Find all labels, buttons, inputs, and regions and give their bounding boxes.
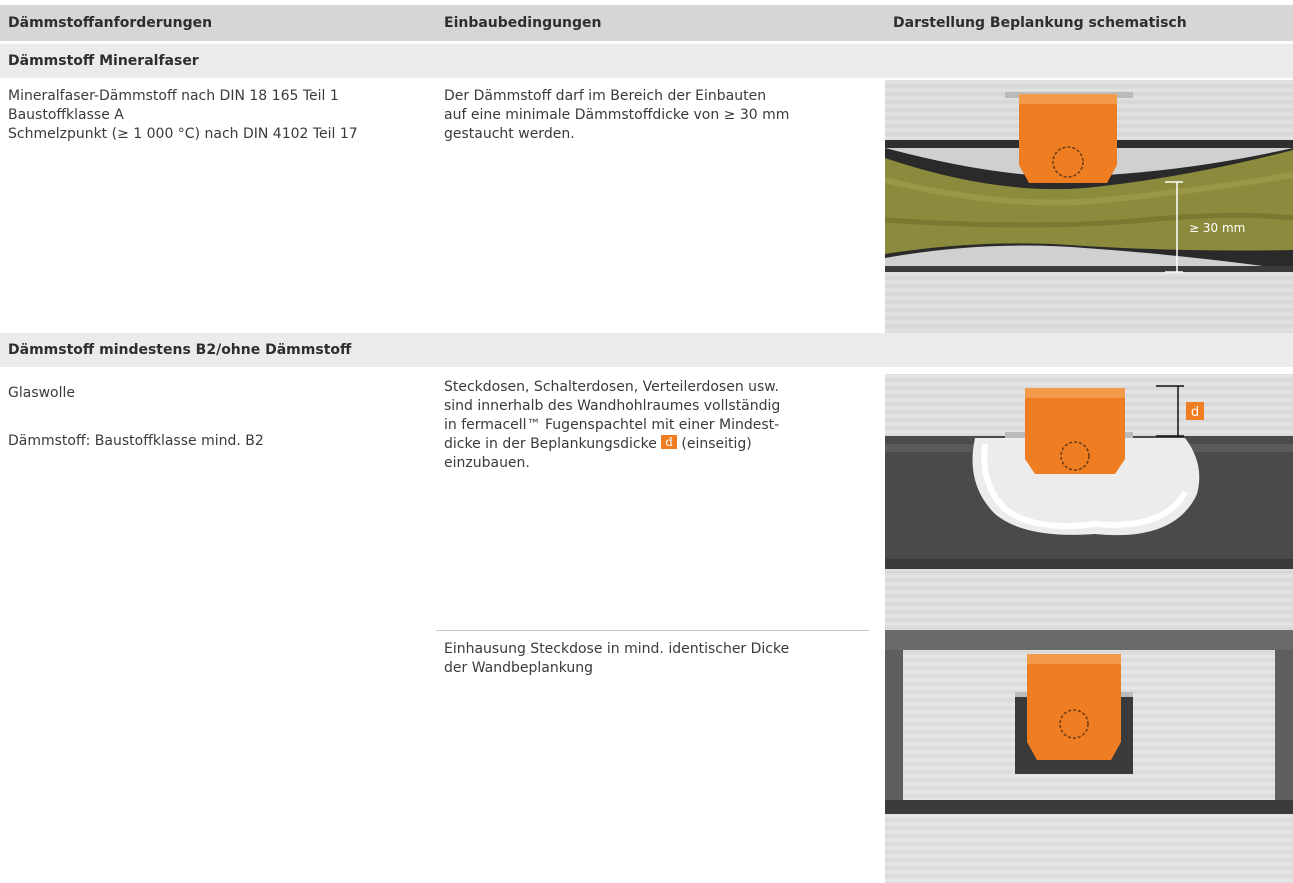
section-b2-header: Dämmstoff mindestens B2/ohne Dämmstoff	[0, 333, 1293, 367]
header-requirements: Dämmstoffanforderungen	[8, 15, 213, 31]
conditions-b2-suffix: (einseitig)	[676, 436, 752, 452]
section-mineralfaser-header: Dämmstoff Mineralfaser	[0, 44, 1293, 78]
illustration-fugenspachtel: d	[885, 374, 1293, 630]
header-conditions: Einbaubedingungen	[444, 15, 602, 31]
thickness-badge: d	[661, 435, 677, 449]
requirements-glaswolle: Glaswolle	[8, 385, 76, 401]
table-header: Dämmstoffanforderungen Einbaubedingungen…	[0, 5, 1293, 41]
conditions-b2: Steckdosen, Schalterdosen, Verteilerdose…	[444, 378, 874, 473]
section-title: Dämmstoff Mineralfaser	[8, 53, 199, 69]
illustration-mineralfaser: ≥ 30 mm	[885, 80, 1293, 333]
header-illustration: Darstellung Beplankung schematisch	[893, 15, 1187, 31]
conditions-einhausung: Einhausung Steckdose in mind. identische…	[444, 641, 790, 676]
conditions-b2-end: einzubauen.	[444, 455, 530, 471]
requirements-b2: Dämmstoff: Baustoffklasse mind. B2	[8, 433, 264, 449]
section-title: Dämmstoff mindestens B2/ohne Dämmstoff	[8, 342, 352, 358]
row-divider	[436, 630, 869, 631]
requirements-mineralfaser: Mineralfaser-Dämmstoff nach DIN 18 165 T…	[8, 88, 358, 142]
dimension-label-d: d	[1191, 405, 1199, 420]
conditions-mineralfaser: Der Dämmstoff darf im Bereich der Einbau…	[444, 88, 790, 142]
illustration-einhausung	[885, 630, 1293, 883]
dimension-label-30mm: ≥ 30 mm	[1189, 221, 1245, 235]
